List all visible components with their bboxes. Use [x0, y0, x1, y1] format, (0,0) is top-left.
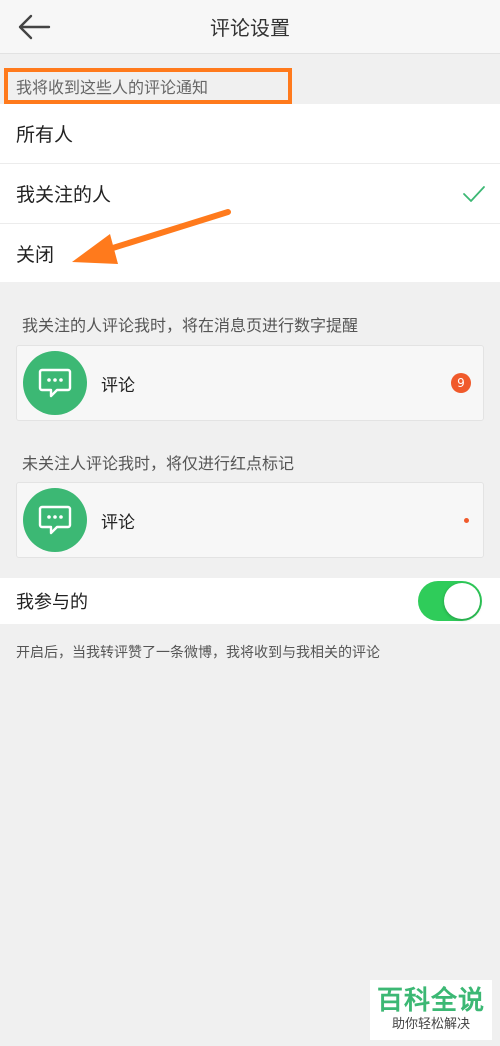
followed-comment-card[interactable]: 评论 9 — [16, 345, 484, 421]
card-label: 评论 — [101, 512, 135, 533]
participate-row: 我参与的 — [0, 578, 500, 624]
comment-bubble-icon — [23, 351, 87, 415]
participate-label: 我参与的 — [16, 592, 88, 613]
unfollowed-comment-card[interactable]: 评论 — [16, 482, 484, 558]
option-followed[interactable]: 我关注的人 — [0, 164, 500, 224]
option-label: 所有人 — [16, 124, 74, 146]
page-title: 评论设置 — [210, 16, 290, 40]
checkmark-icon — [463, 185, 485, 202]
watermark-logo: 百科全说 助你轻松解决 — [370, 980, 492, 1040]
red-dot-marker — [464, 517, 469, 523]
header-bar: 评论设置 — [0, 0, 500, 54]
followed-description: 我关注的人评论我时，将在消息页进行数字提醒 — [22, 316, 359, 335]
back-button[interactable] — [16, 10, 52, 44]
comment-bubble-icon — [23, 488, 87, 552]
watermark-main: 百科全说 — [376, 986, 485, 1016]
toggle-knob — [444, 583, 480, 619]
back-arrow-icon — [18, 14, 51, 40]
unfollowed-description: 未关注人评论我时，将仅进行红点标记 — [22, 454, 295, 473]
participate-toggle[interactable] — [418, 581, 482, 621]
count-badge: 9 — [451, 373, 471, 393]
section-title-highlight: 我将收到这些人的评论通知 — [4, 68, 292, 104]
notify-options-list: 所有人 我关注的人 关闭 — [0, 104, 500, 282]
section-title: 我将收到这些人的评论通知 — [16, 78, 209, 97]
option-everyone[interactable]: 所有人 — [0, 104, 500, 164]
watermark-sub: 助你轻松解决 — [391, 1017, 470, 1032]
option-off[interactable]: 关闭 — [0, 224, 500, 282]
option-label: 关闭 — [16, 243, 55, 266]
participate-description: 开启后，当我转评赞了一条微博，我将收到与我相关的评论 — [16, 645, 380, 661]
card-label: 评论 — [101, 375, 135, 396]
option-label: 我关注的人 — [16, 184, 112, 206]
